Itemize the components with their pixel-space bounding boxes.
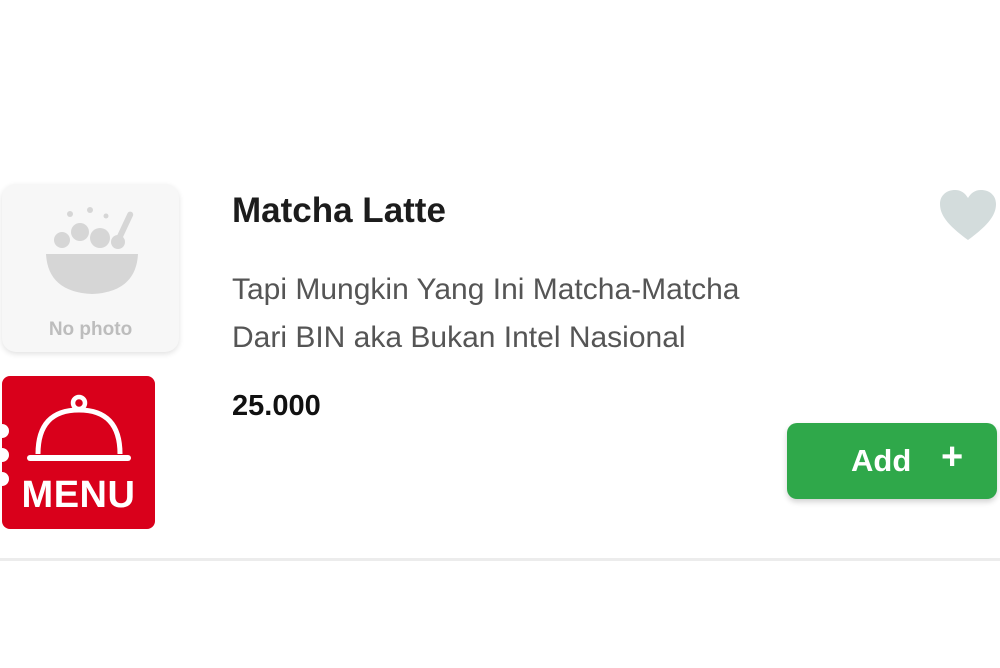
food-bowl-icon (46, 207, 138, 294)
product-price: 25.000 (232, 390, 321, 422)
product-image-placeholder: No photo (2, 184, 179, 352)
heart-icon[interactable] (938, 188, 998, 244)
divider (0, 558, 1000, 561)
cloche-icon (27, 394, 131, 461)
menu-badge-label: MENU (21, 474, 136, 516)
badge-notch (2, 424, 9, 438)
product-description: Tapi Mungkin Yang Ini Matcha-Matcha Dari… (232, 266, 912, 362)
product-description-line: Dari BIN aka Bukan Intel Nasional (232, 321, 686, 354)
add-button-label: Add (851, 443, 912, 478)
badge-notch (2, 448, 9, 462)
no-photo-label: No photo (48, 319, 133, 340)
product-name: Matcha Latte (232, 191, 446, 230)
menu-item-page: No photo MENU Matcha Latte Tapi Mungkin … (0, 0, 1000, 668)
product-description-line: Tapi Mungkin Yang Ini Matcha-Matcha (232, 273, 740, 306)
add-button[interactable]: Add + (787, 423, 997, 499)
menu-badge: MENU (2, 376, 155, 529)
plus-icon: + (941, 436, 964, 478)
